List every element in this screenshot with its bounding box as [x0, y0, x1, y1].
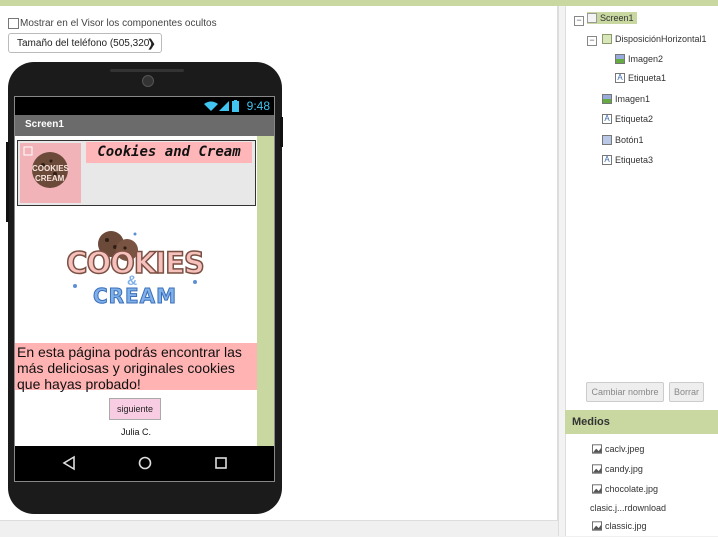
speaker-grille — [110, 69, 184, 72]
show-hidden-label: Mostrar en el Visor los componentes ocul… — [20, 18, 217, 29]
collapse-horizontal-toggle[interactable]: − — [587, 36, 597, 46]
status-time: 9:48 — [246, 99, 270, 113]
phone-frame: 9:48 Screen1 COOKIES CREAM Cookies and C… — [6, 62, 283, 514]
tree-item-label: Etiqueta3 — [615, 155, 654, 165]
tree-item-screen1[interactable]: Screen1 — [587, 12, 637, 24]
image-icon — [615, 54, 625, 64]
tree-item-label: Etiqueta2 — [615, 114, 654, 124]
tree-item-label: Etiqueta1 — [628, 73, 667, 83]
small-logo-text-top: COOKIES — [32, 164, 69, 173]
show-hidden-checkbox[interactable] — [8, 18, 19, 29]
label-icon: A — [615, 73, 625, 83]
chevron-down-icon: ❯ — [146, 38, 156, 50]
horizontal-arrangement[interactable]: COOKIES CREAM Cookies and Cream — [17, 140, 256, 206]
tree-item-imagen2[interactable]: Imagen2 — [615, 54, 663, 64]
viewer-footer — [0, 520, 560, 537]
media-item[interactable]: classic.jpg — [592, 521, 647, 531]
recents-icon — [215, 457, 227, 469]
status-bar: 9:48 — [15, 97, 274, 115]
app-title: Screen1 — [25, 119, 64, 130]
media-item-label: classic.jpg — [605, 521, 647, 531]
phone-screen: 9:48 Screen1 COOKIES CREAM Cookies and C… — [14, 96, 275, 482]
screen-icon — [587, 13, 597, 23]
media-item[interactable]: chocolate.jpg — [592, 484, 658, 494]
logo-main-bottom-text: CREAM — [92, 284, 178, 309]
tree-item-label: Screen1 — [600, 13, 634, 23]
rename-button[interactable]: Cambiar nombre — [586, 382, 664, 402]
screen-scroll-strip — [257, 136, 274, 446]
media-item[interactable]: caclv.jpeg — [592, 444, 644, 454]
collapse-screen1-toggle[interactable]: − — [574, 16, 584, 26]
back-icon — [62, 455, 75, 471]
phone-size-value: Tamaño del teléfono (505,320) — [17, 37, 153, 49]
image-file-icon — [592, 464, 602, 474]
media-item-label: chocolate.jpg — [605, 484, 659, 494]
tree-item-label: Imagen1 — [615, 94, 651, 104]
small-logo-text-bottom: CREAM — [35, 174, 65, 183]
battery-icon — [232, 100, 239, 112]
viewer-panel: Mostrar en el Visor los componentes ocul… — [0, 6, 558, 520]
image-file-icon — [592, 484, 602, 494]
image1-cookies-cream-logo[interactable]: COOKIES & CREAM — [65, 226, 206, 314]
image-file-icon — [592, 521, 602, 531]
power-button — [280, 117, 283, 147]
media-item-label: clasic.j...rdownload — [590, 503, 667, 513]
tree-item-label: Botón1 — [615, 135, 644, 145]
delete-button[interactable]: Borrar — [669, 382, 704, 402]
tree-item-label: DisposiciónHorizontal1 — [615, 34, 707, 44]
phone-size-select[interactable]: Tamaño del teléfono (505,320) ❯ — [8, 33, 162, 53]
show-hidden-row[interactable]: Mostrar en el Visor los componentes ocul… — [8, 18, 217, 29]
tree-item-label: Imagen2 — [628, 54, 664, 64]
label3-author[interactable]: Julia C. — [15, 427, 257, 437]
image2-cookies-cream-logo[interactable]: COOKIES CREAM — [20, 143, 81, 203]
media-item-label: caclv.jpeg — [605, 444, 645, 454]
signal-icon — [219, 101, 229, 111]
navigation-bar — [15, 446, 274, 481]
horizontal-arrangement-icon — [602, 34, 612, 44]
tree-item-horizontal-arrangement[interactable]: DisposiciónHorizontal1 — [602, 34, 707, 44]
image-file-icon — [592, 444, 602, 454]
wifi-icon — [204, 101, 218, 111]
tree-item-etiqueta3[interactable]: A Etiqueta3 — [602, 155, 653, 165]
components-tree-panel: − Screen1 − DisposiciónHorizontal1 Image… — [565, 6, 718, 410]
label-icon: A — [602, 155, 612, 165]
tree-item-imagen1[interactable]: Imagen1 — [602, 94, 650, 104]
label-icon: A — [602, 114, 612, 124]
media-item[interactable]: candy.jpg — [592, 464, 643, 474]
image-icon — [602, 94, 612, 104]
media-item[interactable]: clasic.j...rdownload — [590, 503, 666, 513]
label1-title[interactable]: Cookies and Cream — [86, 142, 252, 163]
tree-item-etiqueta1[interactable]: A Etiqueta1 — [615, 73, 666, 83]
tree-item-etiqueta2[interactable]: A Etiqueta2 — [602, 114, 653, 124]
tree-item-boton1[interactable]: Botón1 — [602, 135, 644, 145]
home-icon — [138, 456, 152, 470]
app-title-bar: Screen1 — [15, 115, 274, 136]
label2-description[interactable]: En esta página podrás encontrar las más … — [15, 343, 257, 392]
button-icon — [602, 135, 612, 145]
media-header: Medios — [565, 410, 718, 434]
media-item-label: candy.jpg — [605, 464, 643, 474]
screen-content: COOKIES CREAM Cookies and Cream COOKIES … — [15, 136, 257, 446]
camera-icon — [142, 75, 154, 87]
volume-button — [6, 142, 9, 222]
cookie-logo-small-icon — [20, 143, 81, 203]
media-panel: caclv.jpeg candy.jpg chocolate.jpg clasi… — [565, 434, 718, 536]
siguiente-button[interactable]: siguiente — [109, 398, 161, 420]
